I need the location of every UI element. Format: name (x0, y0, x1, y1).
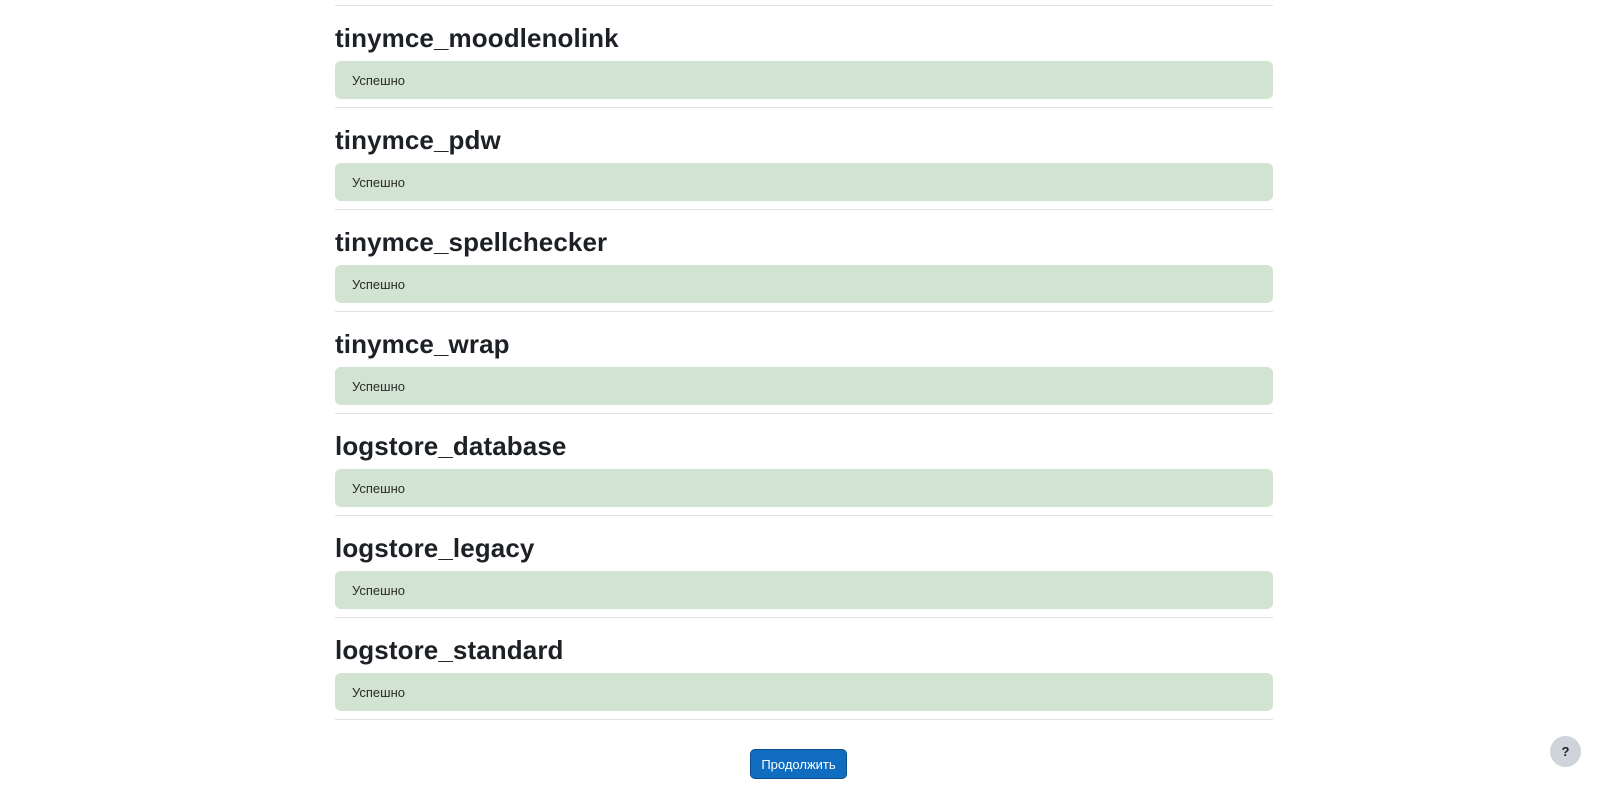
plugin-section: tinymce_wrap Успешно (335, 311, 1273, 413)
plugin-section: tinymce_spellchecker Успешно (335, 209, 1273, 311)
continue-button[interactable]: Продолжить (750, 749, 847, 779)
success-alert: Успешно (335, 163, 1273, 201)
plugin-section: logstore_standard Успешно (335, 617, 1273, 719)
success-message: Успешно (352, 378, 405, 394)
help-button[interactable]: ? (1550, 736, 1581, 767)
success-message: Успешно (352, 174, 405, 190)
plugin-title: logstore_database (335, 431, 567, 461)
plugin-title: tinymce_pdw (335, 125, 501, 155)
plugin-results-list: tinymce_moodlenolink Успешно tinymce_pdw… (335, 0, 1273, 720)
success-alert: Успешно (335, 61, 1273, 99)
success-message: Успешно (352, 480, 405, 496)
plugin-section: logstore_legacy Успешно (335, 515, 1273, 617)
divider (335, 719, 1273, 720)
question-icon: ? (1561, 744, 1570, 759)
success-alert: Успешно (335, 571, 1273, 609)
success-alert: Успешно (335, 673, 1273, 711)
success-alert: Успешно (335, 469, 1273, 507)
success-message: Успешно (352, 72, 405, 88)
plugin-title: tinymce_spellchecker (335, 227, 608, 257)
plugin-section: logstore_database Успешно (335, 413, 1273, 515)
upgrade-results-page: tinymce_moodlenolink Успешно tinymce_pdw… (0, 0, 1600, 787)
plugin-title: logstore_legacy (335, 533, 535, 563)
success-message: Успешно (352, 684, 405, 700)
success-message: Успешно (352, 582, 405, 598)
plugin-title: logstore_standard (335, 635, 564, 665)
success-alert: Успешно (335, 265, 1273, 303)
plugin-title: tinymce_moodlenolink (335, 23, 619, 53)
success-message: Успешно (352, 276, 405, 292)
success-alert: Успешно (335, 367, 1273, 405)
plugin-title: tinymce_wrap (335, 329, 510, 359)
plugin-section: tinymce_moodlenolink Успешно (335, 5, 1273, 107)
continue-container: Продолжить (0, 749, 1600, 779)
plugin-section: tinymce_pdw Успешно (335, 107, 1273, 209)
